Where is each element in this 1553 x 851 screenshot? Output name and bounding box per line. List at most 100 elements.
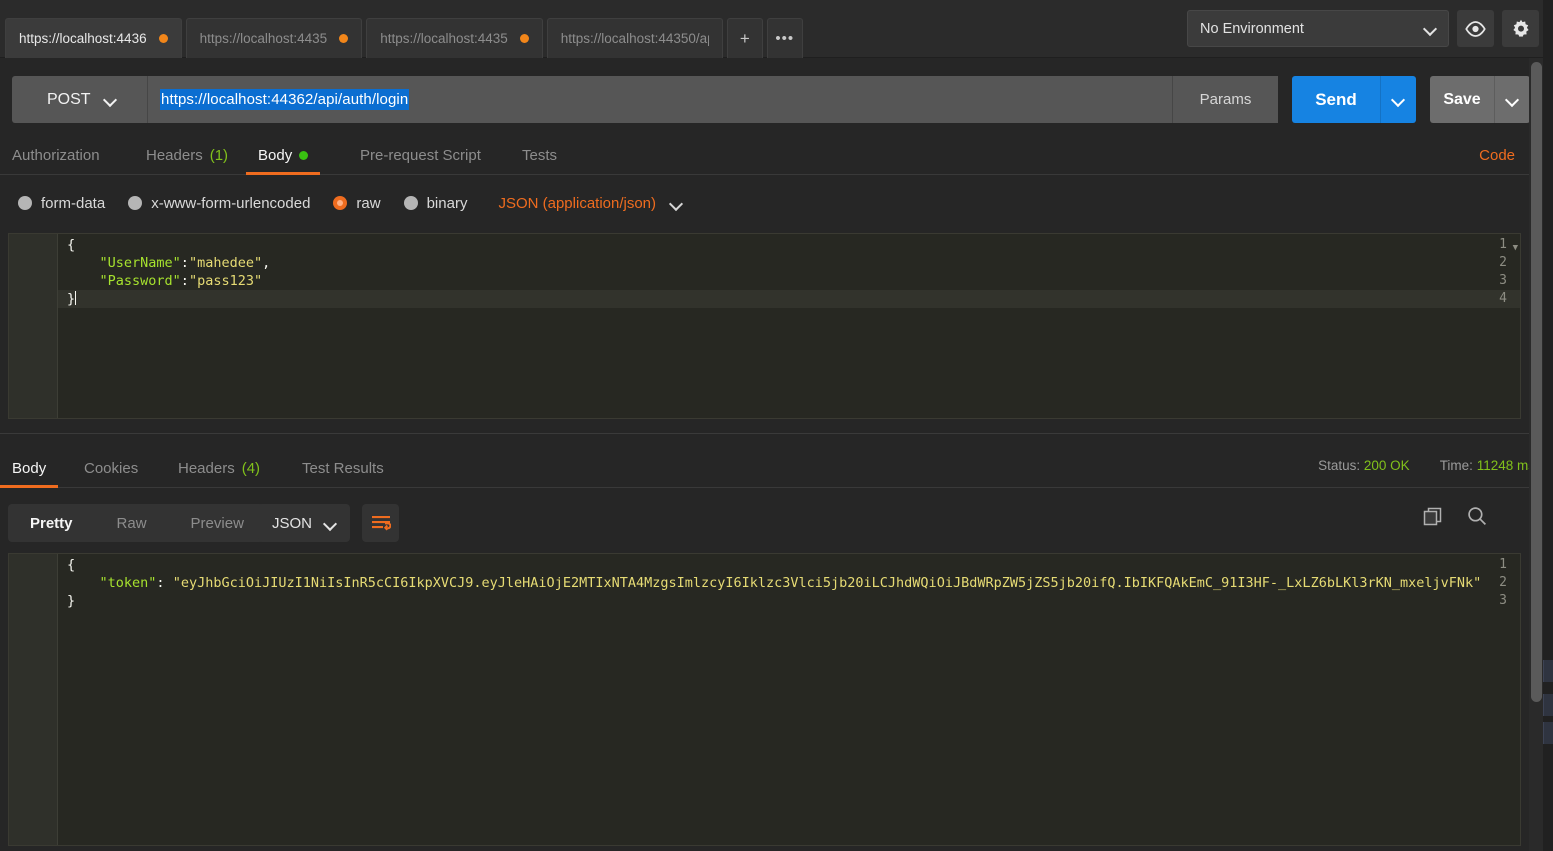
request-tab-3-label: https://localhost:44350/api/ — [560, 31, 709, 46]
settings-button[interactable] — [1502, 10, 1539, 47]
response-status: Status: 200 OK — [1318, 458, 1410, 473]
code-token: } — [67, 593, 76, 609]
response-tab-body[interactable]: Body — [0, 449, 59, 488]
code-token: "UserName" — [99, 255, 181, 271]
code-link[interactable]: Code — [1479, 136, 1515, 175]
offscreen-panel-item-1 — [1543, 660, 1553, 682]
radio-selected-icon — [333, 196, 348, 210]
http-method-label: POST — [47, 90, 91, 108]
tab-tests[interactable]: Tests — [522, 136, 557, 175]
editor-line-number: 2 — [1499, 575, 1507, 590]
environment-quick-look-button[interactable] — [1457, 10, 1494, 47]
more-tabs-button[interactable]: ••• — [766, 18, 803, 58]
response-tab-body-label: Body — [12, 460, 47, 477]
request-tab-1-label: https://localhost:4435 — [199, 31, 328, 46]
editor-line-number: 3 — [1499, 593, 1507, 608]
editor-code-line: { — [67, 556, 75, 574]
body-type-form-data-label: form-data — [41, 194, 106, 212]
code-token: { — [67, 557, 76, 573]
editor-line-number: 4 — [1499, 291, 1507, 306]
view-mode-pretty[interactable]: Pretty — [8, 504, 95, 542]
response-tab-test-results-label: Test Results — [302, 460, 384, 477]
editor-fold-toggle[interactable]: ▼ — [1513, 239, 1518, 257]
editor-code-line: } — [67, 592, 75, 610]
response-time-label: Time: — [1439, 458, 1473, 473]
save-options-button[interactable] — [1494, 76, 1530, 123]
response-tab-cookies-label: Cookies — [84, 460, 139, 477]
response-tab-headers[interactable]: Headers (4) — [178, 449, 260, 488]
body-type-form-data[interactable]: form-data — [18, 195, 105, 212]
code-token: } — [67, 291, 76, 307]
editor-code-line: "token": "eyJhbGciOiJIUzI1NiIsInR5cCI6Ik… — [67, 574, 1482, 592]
http-method-selector[interactable]: POST — [12, 76, 148, 123]
environment-area: No Environment — [1187, 10, 1539, 47]
chevron-down-icon — [105, 94, 116, 105]
gear-icon — [1512, 19, 1529, 37]
word-wrap-button[interactable] — [362, 504, 399, 542]
request-url-value: https://localhost:44362/api/auth/login — [160, 89, 410, 110]
response-tab-headers-count: (4) — [241, 460, 261, 477]
request-tab-0[interactable]: https://localhost:4436 — [5, 18, 182, 58]
request-tab-1[interactable]: https://localhost:4435 — [185, 18, 363, 58]
response-body-editor[interactable]: 1 {2 "token": "eyJhbGciOiJIUzI1NiIsInR5cC… — [8, 553, 1521, 846]
environment-selector[interactable]: No Environment — [1187, 10, 1449, 47]
request-tab-2[interactable]: https://localhost:4435 — [366, 18, 543, 58]
save-button-group: Save — [1430, 76, 1530, 123]
tab-pre-request-script-label: Pre-request Script — [360, 147, 481, 164]
offscreen-panel-item-2 — [1543, 694, 1553, 716]
unsaved-dot-icon — [158, 34, 168, 43]
search-response-button[interactable] — [1467, 506, 1487, 531]
send-button[interactable]: Send — [1292, 76, 1380, 123]
tab-headers[interactable]: Headers (1) — [146, 136, 228, 175]
content-type-label: JSON (application/json) — [498, 194, 657, 212]
code-token: "mahedee" — [188, 255, 263, 271]
response-tab-headers-label: Headers — [178, 460, 235, 477]
copy-response-button[interactable] — [1423, 507, 1442, 531]
new-tab-button[interactable]: + — [726, 18, 763, 58]
save-button[interactable]: Save — [1430, 76, 1494, 123]
code-token: "Password" — [99, 273, 181, 289]
response-time: Time: 11248 ms — [1440, 458, 1535, 473]
request-url-input[interactable]: https://localhost:44362/api/auth/login — [148, 76, 1173, 123]
radio-icon — [403, 196, 418, 210]
body-type-raw[interactable]: raw — [333, 195, 381, 212]
editor-line-number: 1 — [1499, 237, 1507, 252]
code-token: "eyJhbGciOiJIUzI1NiIsInR5cCI6IkpXVCJ9.ey… — [172, 575, 1482, 591]
response-view-mode-group: Pretty Raw Preview — [8, 504, 266, 542]
request-url-row: POST https://localhost:44362/api/auth/lo… — [12, 76, 1530, 123]
view-mode-preview[interactable]: Preview — [169, 504, 266, 542]
response-editor-gutter — [9, 554, 58, 845]
request-body-editor[interactable]: 1 ▼{2 "UserName":"mahedee", 3 "Password":"… — [8, 233, 1521, 419]
tab-pre-request-script[interactable]: Pre-request Script — [360, 136, 481, 175]
params-button[interactable]: Params — [1173, 76, 1278, 123]
send-button-group: Send — [1292, 76, 1416, 123]
content-type-selector[interactable]: JSON (application/json) — [498, 195, 682, 212]
radio-icon — [18, 196, 32, 210]
body-type-binary-label: binary — [426, 194, 468, 212]
body-type-urlencoded[interactable]: x-www-form-urlencoded — [128, 195, 310, 212]
code-token: , — [262, 255, 271, 271]
editor-line-number: 1 — [1499, 557, 1507, 572]
tab-headers-count: (1) — [209, 147, 229, 164]
view-mode-raw[interactable]: Raw — [95, 504, 169, 542]
response-tab-cookies[interactable]: Cookies — [84, 449, 138, 488]
response-toolbar: Pretty Raw Preview JSON — [0, 500, 1533, 546]
word-wrap-icon — [371, 516, 391, 531]
response-tab-test-results[interactable]: Test Results — [302, 449, 384, 488]
code-token: : — [180, 255, 189, 271]
body-present-dot-icon — [299, 151, 309, 160]
send-options-button[interactable] — [1380, 76, 1416, 123]
body-type-binary[interactable]: binary — [403, 194, 468, 212]
request-tab-3[interactable]: https://localhost:44350/api/ — [546, 18, 723, 58]
editor-code-line: "UserName":"mahedee", — [67, 254, 271, 272]
offscreen-panel-item-3 — [1543, 722, 1553, 744]
response-format-label: JSON — [271, 514, 312, 532]
response-format-selector[interactable]: JSON — [258, 504, 350, 542]
response-status-value: 200 OK — [1363, 458, 1410, 473]
unsaved-dot-icon — [339, 34, 349, 43]
main-vertical-scrollbar-thumb[interactable] — [1531, 62, 1542, 702]
tab-authorization[interactable]: Authorization — [12, 136, 100, 175]
request-tab-strip: https://localhost:4436 https://localhost… — [0, 0, 807, 58]
tab-body[interactable]: Body — [246, 136, 321, 175]
